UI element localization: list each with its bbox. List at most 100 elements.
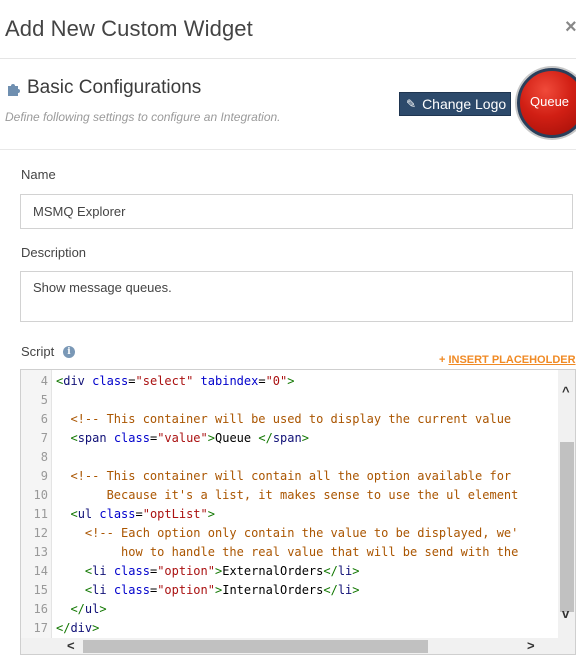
code-token: Because it's a list, it makes sense to u… bbox=[106, 488, 519, 502]
script-label: Script bbox=[21, 344, 55, 359]
code-token: class bbox=[113, 431, 150, 445]
code-text: <!-- Each option only contain the value … bbox=[56, 524, 518, 543]
code-token: </ bbox=[70, 602, 85, 616]
code-token: > bbox=[207, 431, 215, 445]
code-token: div bbox=[63, 374, 85, 388]
code-line: 17 </div> bbox=[21, 619, 561, 638]
code-line: 6 <!-- This container will be used to di… bbox=[21, 410, 561, 429]
code-text: <ul class="optList"> bbox=[56, 505, 215, 524]
scroll-right-icon[interactable]: > bbox=[527, 638, 535, 653]
code-line: 4 <div class="select" tabindex="0"> bbox=[21, 372, 561, 391]
code-token: < bbox=[70, 507, 78, 521]
code-token: <!-- This container will contain all the… bbox=[70, 469, 512, 483]
code-text: how to handle the real value that will b… bbox=[56, 543, 518, 562]
code-token: div bbox=[70, 621, 93, 635]
code-token: ul bbox=[84, 602, 100, 616]
code-token: </ bbox=[258, 431, 273, 445]
code-token: = bbox=[135, 507, 143, 521]
code-token: how to handle the real value that will b… bbox=[121, 545, 519, 559]
code-token: li bbox=[337, 564, 353, 578]
code-token: li bbox=[337, 583, 353, 597]
code-line: 8 bbox=[21, 448, 561, 467]
code-text: <!-- This container will contain all the… bbox=[56, 467, 511, 486]
scroll-down-icon[interactable]: v bbox=[562, 606, 569, 621]
horizontal-scroll-thumb[interactable] bbox=[83, 640, 428, 653]
description-textarea[interactable]: Show message queues. bbox=[20, 271, 573, 322]
code-line: 13 how to handle the real value that wil… bbox=[21, 543, 561, 562]
code-line: 9 <!-- This container will contain all t… bbox=[21, 467, 561, 486]
code-token: class bbox=[113, 564, 150, 578]
code-token: span bbox=[272, 431, 302, 445]
code-line: 14 <li class="option">ExternalOrders</li… bbox=[21, 562, 561, 581]
scroll-left-icon[interactable]: < bbox=[67, 638, 75, 653]
code-token: Queue bbox=[215, 431, 259, 445]
code-token: </ bbox=[323, 583, 338, 597]
code-text: </div> bbox=[56, 619, 99, 638]
code-token: ul bbox=[77, 507, 93, 521]
code-text: <span class="value">Queue </span> bbox=[56, 429, 309, 448]
code-line: 10 Because it's a list, it makes sense t… bbox=[21, 486, 561, 505]
code-token: "value" bbox=[157, 431, 208, 445]
code-text: <li class="option">ExternalOrders</li> bbox=[56, 562, 360, 581]
line-number: 16 bbox=[33, 602, 48, 616]
name-input[interactable]: MSMQ Explorer bbox=[20, 194, 573, 229]
description-label: Description bbox=[21, 245, 87, 260]
horizontal-scrollbar[interactable]: < > bbox=[21, 638, 575, 654]
vertical-scroll-thumb[interactable] bbox=[560, 442, 574, 612]
line-number: 10 bbox=[33, 488, 48, 502]
code-token: </ bbox=[323, 564, 338, 578]
code-text: Because it's a list, it makes sense to u… bbox=[56, 486, 519, 505]
code-token: <!-- Each option only contain the value … bbox=[84, 526, 519, 540]
section-title: Basic Configurations bbox=[27, 77, 202, 98]
code-token: < bbox=[70, 431, 78, 445]
code-token: "option" bbox=[157, 564, 215, 578]
vertical-scrollbar[interactable]: ^ v bbox=[558, 370, 575, 638]
code-token: <!-- This container will be used to disp… bbox=[70, 412, 512, 426]
line-number: 12 bbox=[33, 526, 48, 540]
insert-placeholder-link[interactable]: + INSERT PLACEHOLDER bbox=[439, 354, 576, 366]
code-token: "option" bbox=[157, 583, 215, 597]
code-token: "0" bbox=[265, 374, 288, 388]
code-token: "select" bbox=[135, 374, 194, 388]
code-token: "optList" bbox=[142, 507, 208, 521]
line-number: 9 bbox=[40, 469, 48, 483]
code-token: > bbox=[92, 621, 100, 635]
script-editor[interactable]: 4 <div class="select" tabindex="0"> 5 6 <!-… bbox=[20, 369, 576, 655]
code-token: > bbox=[287, 374, 295, 388]
line-number: 4 bbox=[40, 374, 48, 388]
code-token: class bbox=[113, 583, 150, 597]
code-text: <!-- This container will be used to disp… bbox=[56, 410, 511, 429]
code-text: <div class="select" tabindex="0"> bbox=[56, 372, 295, 391]
code-token: class bbox=[92, 374, 129, 388]
code-line: 15 <li class="option">InternalOrders</li… bbox=[21, 581, 561, 600]
line-number: 11 bbox=[33, 507, 48, 521]
code-token: ExternalOrders bbox=[222, 564, 324, 578]
code-text: <li class="option">InternalOrders</li> bbox=[56, 581, 360, 600]
code-token: > bbox=[207, 507, 215, 521]
code-token: > bbox=[352, 564, 360, 578]
code-token: > bbox=[301, 431, 309, 445]
change-logo-button[interactable]: ✎ Change Logo bbox=[399, 92, 511, 116]
scroll-up-icon[interactable]: ^ bbox=[562, 384, 570, 399]
code-token: class bbox=[99, 507, 136, 521]
code-token: = bbox=[258, 374, 266, 388]
code-token: > bbox=[99, 602, 107, 616]
code-token: li bbox=[92, 583, 107, 597]
code-line: 7 <span class="value">Queue </span> bbox=[21, 429, 561, 448]
close-button[interactable]: × bbox=[565, 16, 576, 39]
insert-placeholder-label: INSERT PLACEHOLDER bbox=[448, 354, 576, 366]
line-number: 17 bbox=[33, 621, 48, 635]
section-subtitle: Define following settings to configure a… bbox=[5, 110, 281, 124]
code-token: > bbox=[352, 583, 360, 597]
info-icon[interactable]: i bbox=[63, 346, 75, 358]
code-line: 12 <!-- Each option only contain the val… bbox=[21, 524, 561, 543]
code-token: </ bbox=[56, 621, 71, 635]
